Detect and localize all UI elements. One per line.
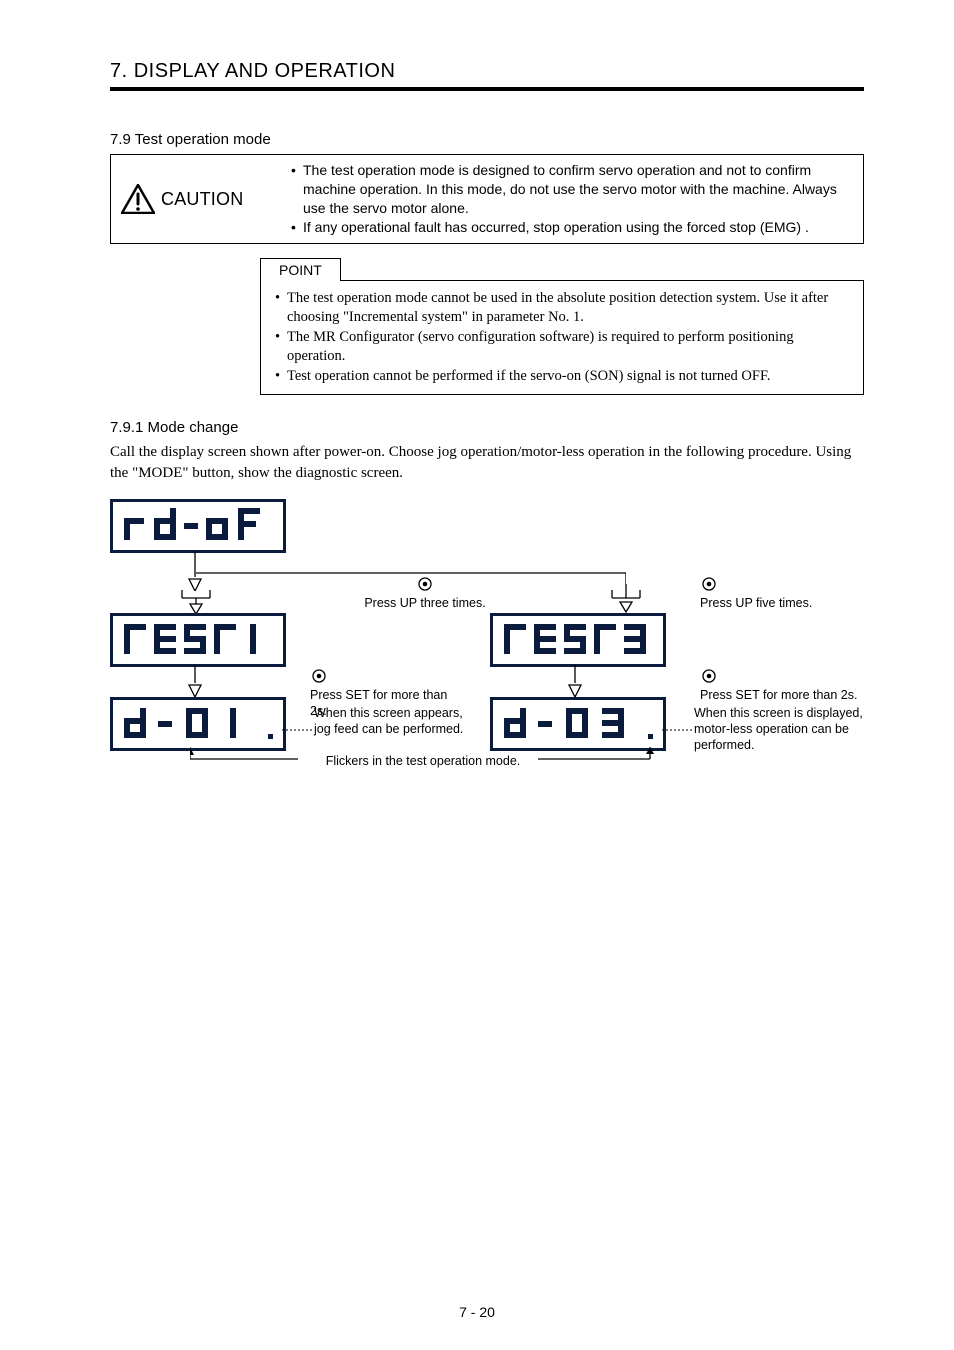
mode-change-diagram: Press UP three times. Press UP five time… [110, 499, 864, 819]
press-up-3-label: Press UP three times. [360, 577, 490, 612]
arrow-down-icon [566, 665, 584, 697]
arrow-down-icon [186, 665, 204, 697]
diagram-note-left: When this screen appears, jog feed can b… [314, 705, 464, 738]
warning-triangle-icon [121, 184, 155, 214]
caution-box: CAUTION • The test operation mode is des… [110, 154, 864, 244]
bullet-icon: • [291, 161, 303, 218]
up-button-icon [700, 577, 718, 595]
caution-bullet-2: If any operational fault has occurred, s… [303, 218, 809, 237]
bullet-icon: • [275, 328, 287, 367]
bullet-icon: • [275, 289, 287, 328]
arrow-down-branch-icon [610, 584, 642, 614]
up-button-icon [416, 577, 434, 595]
seg-display-d01 [110, 697, 286, 751]
caution-text-area: • The test operation mode is designed to… [291, 161, 853, 237]
set-button-icon [310, 669, 328, 687]
page-title: 7. DISPLAY AND OPERATION [110, 60, 864, 91]
seg-display-d03 [490, 697, 666, 751]
press-up-5-label: Press UP five times. [700, 577, 840, 612]
dashed-leader-left [282, 720, 312, 734]
page-number: 7 - 20 [0, 1304, 954, 1320]
caution-label: CAUTION [161, 187, 243, 211]
flicker-label: Flickers in the test operation mode. [308, 753, 538, 769]
point-label: POINT [260, 258, 341, 281]
section-heading-791: 7.9.1 Mode change [110, 419, 864, 436]
seg-display-rd-of [110, 499, 286, 553]
section-heading-79: 7.9 Test operation mode [110, 131, 864, 148]
point-box: POINT • The test operation mode cannot b… [260, 258, 864, 396]
dashed-leader-right [662, 720, 692, 734]
press-set-right-label: Press SET for more than 2s. [700, 669, 880, 704]
seg-display-test3 [490, 613, 666, 667]
bullet-icon: • [291, 218, 303, 237]
point-bullet-3: Test operation cannot be performed if th… [287, 367, 770, 387]
seg-display-test1 [110, 613, 286, 667]
diagram-note-right: When this screen is displayed, motor-les… [694, 705, 884, 754]
point-bullet-2: The MR Configurator (servo configuration… [287, 328, 849, 367]
set-button-icon [700, 669, 718, 687]
caution-left: CAUTION [121, 184, 291, 214]
section-791-paragraph: Call the display screen shown after powe… [110, 442, 864, 483]
bullet-icon: • [275, 367, 287, 387]
caution-bullet-1: The test operation mode is designed to c… [303, 161, 853, 218]
arrow-down-merge-icon [180, 584, 212, 614]
point-bullet-1: The test operation mode cannot be used i… [287, 289, 849, 328]
